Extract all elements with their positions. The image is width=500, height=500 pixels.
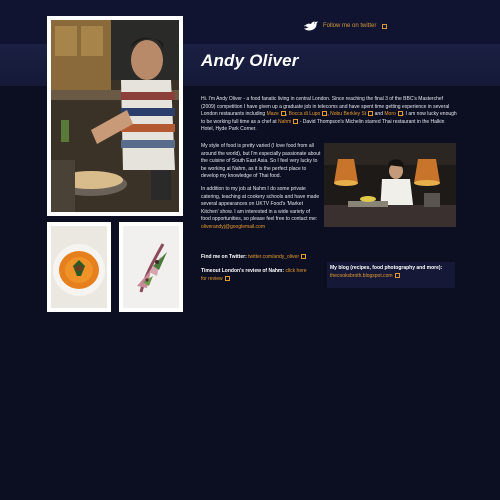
link-nahm[interactable]: Nahm: [278, 119, 299, 125]
link-maze[interactable]: Maze: [267, 111, 286, 117]
timeout-label: Timeout London's review of Nahm:: [201, 268, 285, 274]
work-text: In addition to my job at Nahm I do some …: [201, 185, 320, 223]
chef-photo-image: [51, 20, 179, 212]
timeout-review: Timeout London's review of Nahm: click h…: [201, 268, 325, 283]
link-nobu-berkley[interactable]: Nobu Berkley St: [330, 111, 374, 117]
follow-twitter-label: Follow me on twitter: [323, 23, 377, 29]
find-twitter: Find me on Twitter: twitter.com/andy_oli…: [201, 254, 331, 262]
bird-icon: [304, 21, 318, 31]
bio-column: My style of food is pretty varied (I lov…: [201, 143, 321, 237]
salad-photo: [119, 222, 183, 312]
intro-paragraph: Hi. I'm Andy Oliver - a food fanatic liv…: [201, 96, 457, 134]
email-link[interactable]: oliverandyj@googlemail.com: [201, 224, 265, 230]
find-twitter-label: Find me on Twitter:: [201, 254, 247, 260]
external-link-icon: [224, 275, 230, 281]
blog-link[interactable]: thecooksbroth.blogspot.com: [330, 273, 400, 279]
salad-photo-image: [123, 226, 179, 308]
kitchen-photo: [324, 143, 456, 227]
kitchen-photo-image: [324, 143, 456, 227]
link-moro[interactable]: Moro: [384, 111, 403, 117]
external-link-icon: [394, 272, 400, 278]
external-link-icon: [301, 254, 306, 260]
twitter-profile-link[interactable]: twitter.com/andy_oliver: [248, 254, 306, 260]
intro-separator: and: [373, 111, 385, 118]
chef-photo: [47, 16, 183, 216]
work-paragraph: In addition to my job at Nahm I do some …: [201, 186, 321, 232]
external-link-icon: [382, 23, 388, 29]
timeout-review-link-line2[interactable]: for review: [201, 276, 230, 282]
blog-box: My blog (recipes, food photography and m…: [327, 262, 455, 288]
link-bocca-di-lupo[interactable]: Bocca di Lupo: [289, 111, 328, 117]
page-title: Andy Oliver: [201, 51, 299, 70]
follow-twitter-link[interactable]: Follow me on twitter: [303, 20, 388, 32]
soup-photo-image: [51, 226, 107, 308]
timeout-review-link[interactable]: click here: [285, 268, 306, 274]
blog-label: My blog (recipes, food photography and m…: [330, 265, 443, 271]
soup-photo: [47, 222, 111, 312]
style-paragraph: My style of food is pretty varied (I lov…: [201, 143, 321, 180]
